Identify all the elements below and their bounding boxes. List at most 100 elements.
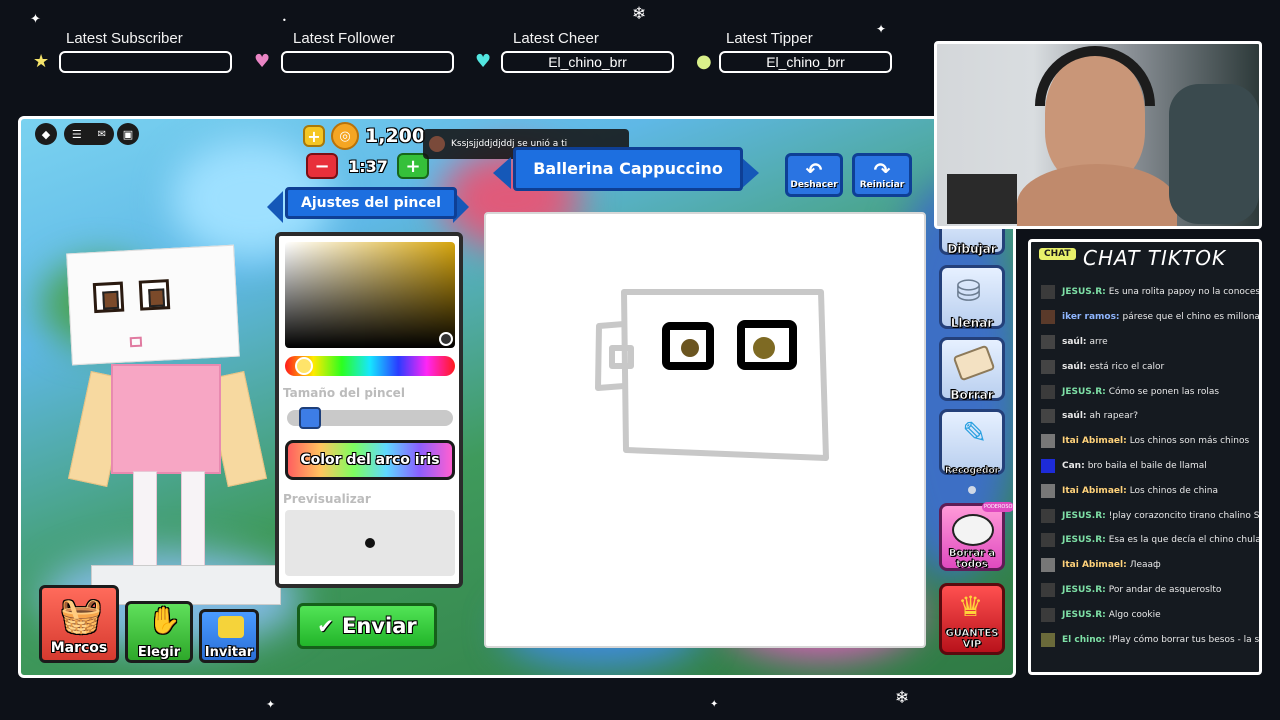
chat-message: Itai Abimael: Los chinos de china: [1031, 478, 1259, 503]
choose-label: Elegir: [137, 645, 181, 660]
alert-cheer-value: El_chino_brr: [501, 51, 674, 73]
powerful-badge: PODEROSO: [982, 502, 1013, 512]
chat-message: JESUS.R: Es una rolita papoy no la conoce…: [1031, 280, 1259, 305]
hue-slider[interactable]: [285, 356, 455, 376]
chat-avatar: [1041, 409, 1055, 424]
chat-message: El chino: !Play cómo borrar tus besos - l…: [1031, 627, 1259, 652]
chat-avatar: [1041, 607, 1055, 622]
chat-message: JESUS.R: Cómo se ponen las rolas: [1031, 379, 1259, 404]
chat-message-list: JESUS.R: Es una rolita papoy no la conoce…: [1031, 280, 1259, 652]
eyedropper-tool-label: Recogedor: [944, 466, 1000, 477]
chat-username: JESUS.R:: [1062, 584, 1106, 595]
alert-follower-label: Latest Follower: [293, 30, 395, 47]
chat-username: JESUS.R:: [1062, 609, 1106, 620]
frames-button[interactable]: 🧺 Marcos: [39, 585, 119, 663]
reset-button[interactable]: ↷ Reiniciar: [852, 153, 912, 197]
screenshot-icon[interactable]: ▣: [117, 123, 139, 145]
brush-settings-title: Ajustes del pincel: [285, 187, 457, 219]
avatar-eye-left: [92, 281, 125, 314]
chat-message: Itai Abimael: Леааф: [1031, 553, 1259, 578]
coin-icon: ●: [696, 51, 712, 72]
sparkle-icon: •: [282, 16, 287, 25]
basket-icon: 🧺: [60, 596, 103, 636]
crown-icon: ♛: [958, 590, 984, 623]
chat-text: bro baila el baile de llamal: [1087, 460, 1207, 471]
glove-icon: ✋: [148, 606, 181, 636]
send-button[interactable]: ✔ Enviar: [297, 603, 437, 649]
chat-username: Itai Abimael:: [1062, 436, 1127, 447]
chat-text: Por andar de asqueroslto: [1108, 584, 1222, 595]
rainbow-color-button[interactable]: Color del arco iris: [285, 440, 455, 480]
color-picker-handle[interactable]: [439, 332, 453, 346]
chat-text: ah rapear?: [1089, 411, 1139, 422]
chat-message: JESUS.R: Por andar de asqueroslto: [1031, 578, 1259, 603]
reset-label: Reiniciar: [859, 180, 905, 190]
chat-avatar: [1041, 483, 1055, 498]
chat-badge: CHAT: [1039, 248, 1076, 260]
preview-label: Previsualizar: [283, 492, 371, 506]
alert-subscriber-label: Latest Subscriber: [66, 30, 183, 47]
erase-all-button[interactable]: PODEROSO Borrar a todos: [939, 502, 1013, 571]
erase-tool-button[interactable]: Borrar: [939, 337, 1005, 403]
drawing-canvas[interactable]: [484, 212, 926, 648]
chat-avatar: [1041, 310, 1055, 325]
add-coins-button[interactable]: +: [303, 125, 325, 147]
frames-label: Marcos: [50, 640, 108, 656]
draw-tool-label: Dibujar: [947, 242, 997, 257]
hue-slider-handle[interactable]: [295, 357, 313, 375]
chat-avatar: [1041, 508, 1055, 523]
hamburger-icon[interactable]: ☰ ✉: [64, 123, 114, 145]
eraser-icon: [952, 344, 996, 382]
choose-button[interactable]: ✋ Elegir: [125, 601, 193, 663]
chat-text: Los chinos de china: [1129, 485, 1218, 496]
decrease-time-button[interactable]: −: [306, 153, 338, 179]
chat-text: Cómo se ponen las rolas: [1108, 386, 1220, 397]
friends-icon: [218, 616, 244, 638]
alert-tipper-label: Latest Tipper: [726, 30, 813, 47]
chat-text: Esa es la que decía el chino chulada: [1108, 535, 1259, 546]
sparkle-icon: ✦: [710, 699, 719, 710]
coin-balance: 1,200: [365, 125, 426, 147]
chat-text: arre: [1089, 336, 1108, 347]
chat-username: Itai Abimael:: [1062, 485, 1127, 496]
chat-username: Itai Abimael:: [1062, 560, 1127, 571]
erase-all-label: Borrar a todos: [948, 548, 996, 571]
chat-username: saúl:: [1062, 336, 1087, 347]
send-label: Enviar: [342, 614, 417, 638]
sparkle-icon: ✦: [30, 12, 41, 27]
page-dot-indicator: [968, 486, 976, 494]
color-picker[interactable]: [285, 242, 455, 348]
chat-username: JESUS.R:: [1062, 287, 1106, 298]
chat-message: Itai Abimael: Los chinos son más chinos: [1031, 429, 1259, 454]
vip-gloves-button[interactable]: ♛ GUANTES VIP: [939, 583, 1005, 655]
fill-tool-button[interactable]: ⛁ Llenar: [939, 265, 1005, 331]
check-icon: ✔: [317, 614, 335, 638]
chat-message: saúl: está rico el calor: [1031, 354, 1259, 379]
chat-username: saúl:: [1062, 411, 1087, 422]
undo-button[interactable]: ↶ Deshacer: [785, 153, 843, 197]
sparkle-icon: ❄: [632, 4, 647, 24]
sparkle-icon: ❄: [895, 688, 910, 708]
eyedropper-tool-button[interactable]: ✎ Recogedor: [939, 409, 1005, 477]
diamond-icon: ♥: [475, 51, 492, 72]
alert-subscriber-value: [59, 51, 232, 73]
brush-size-handle[interactable]: [298, 407, 321, 429]
chat-message: JESUS.R: Algo cookie: [1031, 602, 1259, 627]
chat-text: párese que el chino es millonario: [1122, 312, 1259, 323]
chat-avatar: [1041, 458, 1055, 473]
troll-face-icon: [952, 514, 994, 546]
erase-tool-label: Borrar: [950, 388, 994, 403]
round-timer: 1:37: [348, 156, 388, 176]
undo-arrow-icon: ↶: [805, 158, 823, 182]
chat-avatar: [1041, 533, 1055, 548]
fill-tool-label: Llenar: [950, 316, 994, 331]
chat-panel: CHAT CHAT TIKTOK JESUS.R: Es una rolita p…: [1028, 239, 1262, 675]
chat-username: JESUS.R:: [1062, 535, 1106, 546]
invite-label: Invitar: [204, 645, 254, 660]
chat-avatar: [1041, 359, 1055, 374]
chat-avatar: [1041, 384, 1055, 399]
brush-preview-dot: [365, 538, 375, 548]
brush-size-slider[interactable]: [287, 407, 453, 429]
invite-button[interactable]: Invitar: [199, 609, 259, 663]
roblox-menu-icon[interactable]: ◆: [35, 123, 57, 145]
